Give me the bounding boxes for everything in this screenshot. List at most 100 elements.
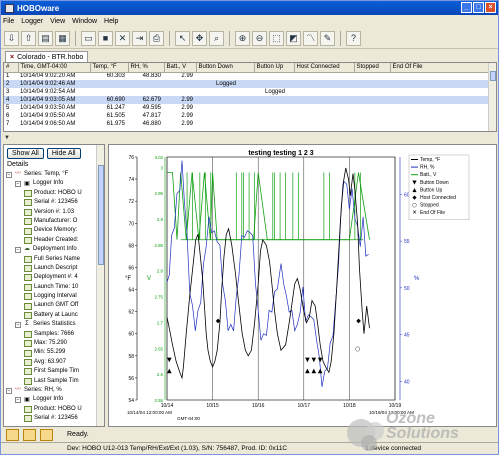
- preferences-icon[interactable]: ✎: [320, 30, 335, 46]
- fit-icon[interactable]: ⬚: [269, 30, 284, 46]
- column-header[interactable]: Host Connected: [294, 63, 355, 73]
- tree-node[interactable]: Product: HOBO U: [6, 189, 96, 198]
- menu-file[interactable]: File: [3, 18, 14, 25]
- table-row[interactable]: 1 10/14/04 9:02:20 AM 60.303 48.830 2.99: [4, 72, 490, 80]
- event-marker-button-down[interactable]: ▼: [318, 356, 323, 363]
- collapse-icon[interactable]: −: [6, 387, 12, 394]
- details-scroll-thumb[interactable]: [98, 165, 104, 265]
- collapse-icon[interactable]: −: [15, 181, 21, 188]
- tree-node[interactable]: Deployment #: 4: [6, 273, 96, 282]
- zoom-icon[interactable]: ⌕: [209, 30, 224, 46]
- table-row[interactable]: 5 10/14/04 9:03:50 AM 61.247 49.595 2.99: [4, 104, 490, 112]
- export-icon[interactable]: ⇥: [132, 30, 147, 46]
- column-header[interactable]: #: [4, 63, 19, 73]
- column-header[interactable]: Button Down: [196, 63, 255, 73]
- tree-node[interactable]: Manufacturer: O: [6, 217, 96, 226]
- event-marker-stopped[interactable]: ○: [355, 345, 360, 352]
- table-row[interactable]: 7 10/14/04 9:06:50 AM 61.975 46.880 2.99: [4, 120, 490, 128]
- close-tab-icon[interactable]: ×: [10, 54, 14, 61]
- tree-node[interactable]: Serial #: 123456: [6, 198, 96, 207]
- column-header[interactable]: Batt., V: [164, 63, 197, 73]
- collapse-icon[interactable]: −: [6, 171, 12, 178]
- tree-node[interactable]: Last Sample Tim: [6, 377, 96, 386]
- event-marker-button-up[interactable]: ▲: [318, 367, 323, 374]
- tree-node[interactable]: Launch Time: 10: [6, 283, 96, 292]
- column-header[interactable]: Temp, °F: [90, 63, 129, 73]
- column-header[interactable]: Button Up: [254, 63, 295, 73]
- tree-node[interactable]: Battery at Launc: [6, 311, 96, 320]
- table-row[interactable]: 2 10/14/04 9:02:46 AM Logged: [4, 80, 490, 88]
- color-icon[interactable]: ◩: [286, 30, 301, 46]
- collapse-icon[interactable]: −: [15, 246, 21, 253]
- hand-icon[interactable]: ✥: [192, 30, 207, 46]
- tree-node[interactable]: First Sample Tim: [6, 367, 96, 376]
- document-tab[interactable]: × Colorado - BTR.hobo: [5, 51, 89, 62]
- table-row[interactable]: 3 10/14/04 9:02:54 AM Logged: [4, 88, 490, 96]
- readout-icon[interactable]: ⇩: [4, 30, 19, 46]
- column-header[interactable]: Stopped: [354, 63, 391, 73]
- event-marker-host-connected[interactable]: ◆: [216, 318, 221, 325]
- tree-node[interactable]: Launch GMT Off: [6, 301, 96, 310]
- column-header[interactable]: RH, %: [128, 63, 165, 73]
- zoom-in-icon[interactable]: ⊕: [235, 30, 250, 46]
- close-button[interactable]: ×: [485, 2, 496, 13]
- tree-node[interactable]: Full Series Name: [6, 255, 96, 264]
- tree-node[interactable]: Device Memory:: [6, 226, 96, 235]
- tree-node[interactable]: − ▣ Logger Info: [6, 395, 96, 404]
- column-header[interactable]: End Of File: [390, 63, 491, 73]
- save-icon[interactable]: ▦: [55, 30, 70, 46]
- tree-node[interactable]: − 〰 Series: Temp, °F: [6, 170, 96, 179]
- show-all-button[interactable]: Show All: [7, 148, 44, 159]
- print-icon[interactable]: ⎙: [149, 30, 164, 46]
- column-header[interactable]: Time, GMT-04:00: [18, 63, 91, 73]
- table-scrollbar[interactable]: [488, 63, 496, 131]
- tree-node[interactable]: Min: 55.299: [6, 348, 96, 357]
- open-icon[interactable]: ▭: [81, 30, 96, 46]
- event-marker-host-connected[interactable]: ◆: [356, 318, 361, 325]
- tree-node[interactable]: Max: 75.290: [6, 339, 96, 348]
- splitter-arrow-icon[interactable]: ▼: [4, 135, 10, 141]
- collapse-icon[interactable]: −: [15, 397, 21, 404]
- table-row[interactable]: 4 10/14/04 9:03:05 AM 60.690 62.679 2.99: [4, 96, 490, 104]
- status-icon[interactable]: ▤: [38, 30, 53, 46]
- minimize-button[interactable]: _: [461, 2, 472, 13]
- graph-icon[interactable]: 〽: [303, 30, 318, 46]
- help-icon[interactable]: ?: [346, 30, 361, 46]
- event-marker-button-down[interactable]: ▼: [167, 356, 172, 363]
- table-scroll-thumb[interactable]: [490, 71, 496, 81]
- event-marker-button-down[interactable]: ▼: [305, 356, 310, 363]
- event-marker-button-down[interactable]: ▼: [312, 356, 317, 363]
- tree-node[interactable]: − 〰 Series: RH, %: [6, 386, 96, 395]
- hide-all-button[interactable]: Hide All: [46, 148, 81, 159]
- points-view-icon[interactable]: [6, 429, 19, 441]
- details-view-icon[interactable]: [40, 429, 53, 441]
- tree-node[interactable]: Avg: 63.907: [6, 358, 96, 367]
- select-icon[interactable]: ↖: [175, 30, 190, 46]
- maximize-button[interactable]: □: [473, 2, 484, 13]
- details-scrollbar[interactable]: [96, 145, 104, 426]
- tree-node[interactable]: Product: HOBO U: [6, 405, 96, 414]
- save-disk-icon[interactable]: ■: [98, 30, 113, 46]
- event-marker-button-up[interactable]: ▲: [305, 367, 310, 374]
- zoom-out-icon[interactable]: ⊖: [252, 30, 267, 46]
- menu-help[interactable]: Help: [104, 18, 118, 25]
- tree-node[interactable]: − ▣ Logger Info: [6, 179, 96, 188]
- splitter-bar[interactable]: ▼: [1, 133, 498, 143]
- menu-logger[interactable]: Logger: [21, 18, 43, 25]
- tree-node[interactable]: Launch Descript: [6, 264, 96, 273]
- table-row[interactable]: 6 10/14/04 9:05:50 AM 61.505 47.817 2.99: [4, 112, 490, 120]
- menu-window[interactable]: Window: [72, 18, 97, 25]
- tree-node[interactable]: Samples: 7666: [6, 330, 96, 339]
- delete-icon[interactable]: ✕: [115, 30, 130, 46]
- tree-node[interactable]: Version #: 1.03: [6, 208, 96, 217]
- tree-node[interactable]: Header Created:: [6, 236, 96, 245]
- menu-view[interactable]: View: [50, 18, 65, 25]
- event-marker-button-up[interactable]: ▲: [312, 367, 317, 374]
- plot-area[interactable]: [166, 156, 396, 401]
- tree-node[interactable]: − ☁ Deployment Info: [6, 245, 96, 254]
- event-marker-button-up[interactable]: ▲: [167, 367, 172, 374]
- launch-icon[interactable]: ⇧: [21, 30, 36, 46]
- table-view-icon[interactable]: [23, 429, 36, 441]
- tree-node[interactable]: Serial #: 123456: [6, 414, 96, 423]
- tree-node[interactable]: Logging Interval: [6, 292, 96, 301]
